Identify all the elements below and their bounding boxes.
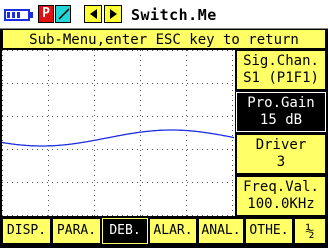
side-item-driver[interactable]: Driver 3 bbox=[236, 134, 326, 174]
page-toggle-button[interactable]: ½ bbox=[294, 218, 326, 244]
side-item-pro-gain[interactable]: Pro.Gain 15 dB bbox=[236, 92, 326, 132]
side-item-sig-chan[interactable]: Sig.Chan. S1 (P1F1) bbox=[236, 50, 326, 90]
record-button[interactable]: P bbox=[38, 5, 54, 23]
menu-deb[interactable]: DEB. bbox=[102, 218, 148, 244]
side-item-title: Sig.Chan. bbox=[243, 53, 319, 69]
menu-anal[interactable]: ANAL. bbox=[198, 218, 244, 244]
side-item-freq-val[interactable]: Freq.Val. 100.0KHz bbox=[236, 176, 326, 216]
side-menu: Sig.Chan. S1 (P1F1) Pro.Gain 15 dB Drive… bbox=[236, 50, 326, 216]
side-item-value: 3 bbox=[276, 154, 286, 170]
side-item-title: Driver bbox=[255, 137, 307, 153]
side-item-title: Pro.Gain bbox=[247, 95, 315, 111]
right-arrow-icon bbox=[110, 9, 117, 19]
menu-othe[interactable]: OTHE. bbox=[245, 218, 293, 244]
bottom-menu: DISP. PARA. DEB. ALAR. ANAL. OTHE. ½ bbox=[2, 218, 326, 244]
battery-icon bbox=[4, 9, 30, 21]
waveform-trace bbox=[1, 129, 235, 147]
side-item-value: 100.0KHz bbox=[247, 196, 315, 212]
left-arrow-icon bbox=[90, 9, 97, 19]
menu-para[interactable]: PARA. bbox=[52, 218, 101, 244]
next-button[interactable] bbox=[104, 5, 122, 23]
side-item-value: S1 (P1F1) bbox=[243, 70, 319, 86]
waveform-plot bbox=[1, 50, 235, 216]
app-name: Switch.Me bbox=[131, 6, 217, 24]
edit-tool-button[interactable] bbox=[55, 5, 71, 23]
battery-tip bbox=[30, 12, 33, 18]
previous-button[interactable] bbox=[84, 5, 102, 23]
menu-disp[interactable]: DISP. bbox=[2, 218, 51, 244]
waveform-display bbox=[1, 50, 235, 216]
menu-alar[interactable]: ALAR. bbox=[149, 218, 197, 244]
title-bar: P Switch.Me bbox=[0, 0, 328, 29]
submenu-banner: Sub-Menu,enter ESC key to return bbox=[2, 29, 326, 49]
side-item-title: Freq.Val. bbox=[243, 179, 319, 195]
side-item-value: 15 dB bbox=[259, 112, 303, 128]
slash-icon bbox=[58, 8, 70, 20]
